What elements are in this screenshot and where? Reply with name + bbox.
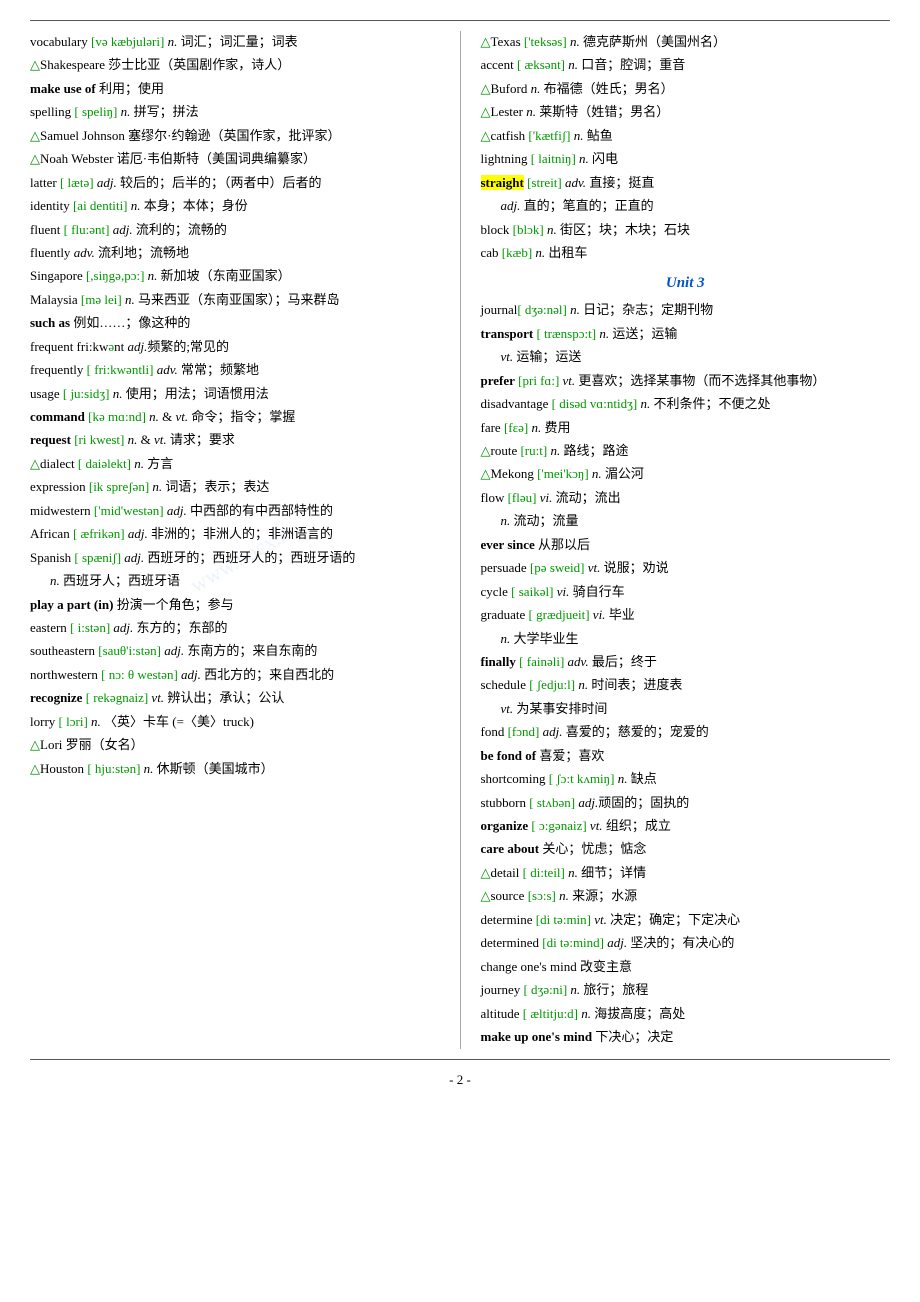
list-item: Singapore [,siŋgə,pɔ:] n. 新加坡（东南亚国家） [30,265,440,286]
list-item: ever since 从那以后 [481,534,891,555]
list-item: Spanish [ spæniʃ] adj. 西班牙的；西班牙人的；西班牙语的 [30,547,440,568]
list-item: be fond of 喜爱；喜欢 [481,745,891,766]
list-item: determined [di tə:mind] adj. 坚决的；有决心的 [481,932,891,953]
list-item: lorry [ lɔri] n. 〈英〉卡车 (=〈美〉truck) [30,711,440,732]
list-item: lightning [ laitniŋ] n. 闪电 [481,148,891,169]
list-item: accent [ æksənt] n. 口音；腔调；重音 [481,54,891,75]
list-item: △Mekong ['mei'kɔŋ] n. 湄公河 [481,463,891,484]
page-number: - 2 - [30,1070,890,1091]
list-item: shortcoming [ ʃɔ:t kʌmiŋ] n. 缺点 [481,768,891,789]
list-item: southeastern [sauθ'i:stən] adj. 东南方的；来自东… [30,640,440,661]
list-item: journey [ dʒə:ni] n. 旅行；旅程 [481,979,891,1000]
list-item: straight [streit] adv. 直接；挺直 [481,172,891,193]
list-item: △Houston [ hju:stən] n. 休斯顿（美国城市） [30,758,440,779]
list-item: fluent [ flu:ənt] adj. 流利的；流畅的 [30,219,440,240]
list-item: stubborn [ stʌbən] adj.顽固的；固执的 [481,792,891,813]
list-item: African [ æfrikən] adj. 非洲的；非洲人的；非洲语言的 [30,523,440,544]
list-item: n. 大学毕业生 [481,628,891,649]
list-item: make use of 利用；使用 [30,78,440,99]
list-item: schedule [ ʃedju:l] n. 时间表；进度表 [481,674,891,695]
list-item: △dialect [ daiəlekt] n. 方言 [30,453,440,474]
list-item: make up one's mind 下决心；决定 [481,1026,891,1047]
list-item: △source [sɔ:s] n. 来源；水源 [481,885,891,906]
list-item: n. 流动；流量 [481,510,891,531]
list-item: disadvantage [ disəd vɑ:ntidʒ] n. 不利条件；不… [481,393,891,414]
list-item: expression [ik spreʃən] n. 词语；表示；表达 [30,476,440,497]
list-item: latter [ lætə] adj. 较后的；后半的；（两者中）后者的 [30,172,440,193]
list-item: organize [ ɔ:gənaiz] vt. 组织；成立 [481,815,891,836]
list-item: transport [ trænspɔ:t] n. 运送；运输 [481,323,891,344]
list-item: n. 西班牙人；西班牙语 [30,570,440,591]
unit-title: Unit 3 [481,271,891,295]
list-item: △route [ru:t] n. 路线；路途 [481,440,891,461]
list-item: care about 关心；忧虑；惦念 [481,838,891,859]
bottom-divider [30,1059,890,1060]
list-item: midwestern ['mid'westən] adj. 中西部的有中西部特性… [30,500,440,521]
left-column: vocabulary [və kæbjuləri] n. 词汇；词汇量；词表△S… [30,31,440,1049]
list-item: eastern [ i:stən] adj. 东方的；东部的 [30,617,440,638]
list-item: journal[ dʒə:nəl] n. 日记；杂志；定期刊物 [481,299,891,320]
list-item: adj. 直的；笔直的；正直的 [481,195,891,216]
list-item: change one's mind 改变主意 [481,956,891,977]
list-item: △Noah Webster 诺厄·韦伯斯特（美国词典编纂家） [30,148,440,169]
list-item: △Buford n. 布福德（姓氏；男名） [481,78,891,99]
list-item: cycle [ saikəl] vi. 骑自行车 [481,581,891,602]
list-item: fond [fɔnd] adj. 喜爱的；慈爱的；宠爱的 [481,721,891,742]
list-item: vocabulary [və kæbjuləri] n. 词汇；词汇量；词表 [30,31,440,52]
list-item: play a part (in) 扮演一个角色；参与 [30,594,440,615]
list-item: fare [fɛə] n. 费用 [481,417,891,438]
right-column: △Texas ['teksəs] n. 德克萨斯州（美国州名）accent [ … [481,31,891,1049]
list-item: graduate [ grædjueit] vi. 毕业 [481,604,891,625]
list-item: request [ri kwest] n. & vt. 请求；要求 [30,429,440,450]
list-item: determine [di tə:min] vt. 决定；确定；下定决心 [481,909,891,930]
list-item: identity [ai dentiti] n. 本身；本体；身份 [30,195,440,216]
list-item: finally [ fainəli] adv. 最后；终于 [481,651,891,672]
top-divider [30,20,890,21]
list-item: △Samuel Johnson 塞缪尔·约翰逊（英国作家，批评家） [30,125,440,146]
list-item: northwestern [ nɔ: θ westən] adj. 西北方的；来… [30,664,440,685]
list-item: cab [kæb] n. 出租车 [481,242,891,263]
list-item: persuade [pə sweid] vt. 说服；劝说 [481,557,891,578]
list-item: frequent fri:kwənt adj.频繁的;常见的 [30,336,440,357]
list-item: vt. 为某事安排时间 [481,698,891,719]
list-item: fluently adv. 流利地；流畅地 [30,242,440,263]
list-item: command [kə mɑ:nd] n. & vt. 命令；指令；掌握 [30,406,440,427]
list-item: △Lori 罗丽（女名） [30,734,440,755]
list-item: △Texas ['teksəs] n. 德克萨斯州（美国州名） [481,31,891,52]
list-item: △detail [ di:teil] n. 细节；详情 [481,862,891,883]
column-divider [460,31,461,1049]
list-item: recognize [ rekəgnaiz] vt. 辨认出；承认；公认 [30,687,440,708]
list-item: vt. 运输；运送 [481,346,891,367]
list-item: altitude [ æltitju:d] n. 海拔高度；高处 [481,1003,891,1024]
list-item: such as 例如……；像这种的 [30,312,440,333]
list-item: usage [ ju:sidʒ] n. 使用；用法；词语惯用法 [30,383,440,404]
content-columns: vocabulary [və kæbjuləri] n. 词汇；词汇量；词表△S… [30,31,890,1049]
list-item: Malaysia [mə lei] n. 马来西亚（东南亚国家）；马来群岛 [30,289,440,310]
list-item: prefer [pri fɑ:] vt. 更喜欢；选择某事物（而不选择其他事物） [481,370,891,391]
list-item: spelling [ speliŋ] n. 拼写；拼法 [30,101,440,122]
list-item: block [blɔk] n. 街区；块；木块；石块 [481,219,891,240]
list-item: △catfish ['kætfiʃ] n. 鲇鱼 [481,125,891,146]
list-item: frequently [ fri:kwəntli] adv. 常常；频繁地 [30,359,440,380]
page-container: www.bocx.r... vocabulary [və kæbjuləri] … [30,20,890,1091]
list-item: △Lester n. 莱斯特（姓错；男名） [481,101,891,122]
list-item: △Shakespeare 莎士比亚（英国剧作家，诗人） [30,54,440,75]
list-item: flow [fləu] vi. 流动；流出 [481,487,891,508]
